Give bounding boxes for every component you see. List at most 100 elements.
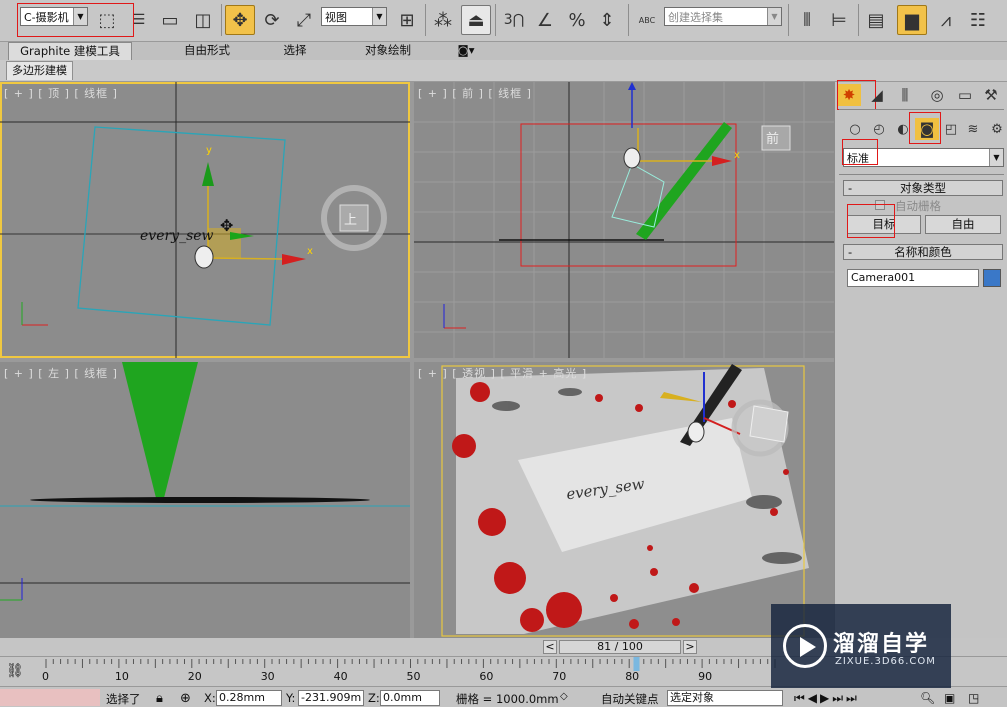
display-tab-icon[interactable]: ▭: [953, 84, 977, 106]
selection-filter-dropdown[interactable]: C-摄影机 ▼: [20, 7, 88, 26]
viewcube-top-face[interactable]: 上: [344, 209, 357, 228]
keyboard-shortcut-icon[interactable]: ⏏: [461, 5, 491, 35]
select-manipulate-icon[interactable]: ⁂: [428, 5, 458, 35]
snap-toggle-icon[interactable]: 3 ⋂: [499, 5, 529, 35]
rect-select-region-icon[interactable]: ▭: [155, 5, 185, 35]
tab-object-paint[interactable]: 对象绘制: [350, 42, 426, 60]
ribbon-options-icon[interactable]: ◙▾: [452, 42, 480, 60]
viewport-front[interactable]: [ + ] [ 前 ] [ 线框 ] 前 x: [414, 82, 834, 358]
spacewarps-icon[interactable]: ≋: [961, 118, 985, 140]
auto-key-button[interactable]: 自动关键点: [601, 691, 659, 707]
z-label: Z:: [368, 691, 380, 705]
scale-icon[interactable]: ⤢: [289, 5, 319, 35]
systems-icon[interactable]: ⚙: [985, 118, 1007, 140]
rollout-name-color[interactable]: - 名称和颜色: [843, 244, 1003, 260]
viewport-front-label[interactable]: [ + ] [ 前 ] [ 线框 ]: [418, 85, 532, 101]
cameras-icon[interactable]: ◙: [915, 118, 939, 140]
shapes-icon[interactable]: ◴: [867, 118, 891, 140]
camera-glyph: [623, 147, 641, 169]
tab-polygon-modeling[interactable]: 多边形建模: [6, 61, 73, 80]
playback-controls-icon[interactable]: ⏮◀▶⏭⏭: [794, 691, 860, 706]
modify-tab-icon[interactable]: ◢: [865, 84, 889, 106]
handwriting-text: every_sew: [140, 228, 214, 244]
absolute-mode-icon[interactable]: ⊕: [180, 691, 191, 706]
viewport-perspective[interactable]: [ + ] [ 透视 ] [ 平滑 + 高光 ] every_sew: [414, 362, 834, 638]
z-coord-field[interactable]: 0.0mm: [380, 690, 440, 706]
status-bar: 选择了 🔒︎ ⊕ X: 0.28mm Y: -231.909m Z: 0.0mm…: [0, 686, 1007, 707]
auto-grid-checkbox[interactable]: [875, 200, 885, 210]
time-slider[interactable]: < 81 / 100 >: [543, 638, 698, 656]
utilities-tab-icon[interactable]: ⚒: [979, 84, 1003, 106]
ribbon-tabs: Graphite 建模工具 自由形式 选择 对象绘制 ◙▾: [0, 42, 1007, 60]
edit-named-selection-icon[interactable]: ABC: [632, 5, 662, 35]
rollout-object-type[interactable]: - 对象类型: [843, 180, 1003, 196]
viewport-left-label[interactable]: [ + ] [ 左 ] [ 线框 ]: [4, 365, 118, 381]
select-object-icon[interactable]: ⬚: [92, 5, 122, 35]
mirror-icon[interactable]: ⫴: [792, 5, 822, 35]
y-axis-arrow: [202, 162, 214, 186]
layer-manager-icon[interactable]: ▤: [861, 5, 891, 35]
y-coord-field[interactable]: -231.909m: [298, 690, 364, 706]
reference-coord-dropdown[interactable]: 视图 ▼: [321, 7, 387, 26]
tab-freeform[interactable]: 自由形式: [170, 42, 244, 60]
viewport-top[interactable]: [ + ] [ 顶 ] [ 线框 ] every_sew x y 上 ✥: [0, 82, 410, 358]
track-ticks: [45, 657, 776, 671]
tab-selection[interactable]: 选择: [270, 42, 320, 60]
chevron-down-icon: ▼: [989, 149, 1003, 166]
motion-tab-icon[interactable]: ◎: [925, 84, 949, 106]
maxscript-listener[interactable]: [0, 689, 100, 706]
geometry-icon[interactable]: ○: [843, 118, 867, 140]
window-crossing-icon[interactable]: ◫: [188, 5, 218, 35]
viewport-persp-label[interactable]: [ + ] [ 透视 ] [ 平滑 + 高光 ]: [418, 365, 587, 381]
prev-frame-button[interactable]: <: [543, 640, 557, 654]
track-tick-label: 90: [698, 670, 713, 683]
object-color-swatch[interactable]: [983, 269, 1001, 287]
set-key-filter-dropdown[interactable]: 选定对象: [667, 690, 783, 706]
object-name-field[interactable]: Camera001: [847, 269, 979, 287]
helpers-icon[interactable]: ◰: [939, 118, 963, 140]
frame-counter[interactable]: 81 / 100: [559, 640, 681, 654]
camera-glyph: [194, 245, 214, 269]
tab-graphite[interactable]: Graphite 建模工具: [8, 42, 132, 60]
axis-x-label: x: [734, 150, 740, 161]
viewcube-front-face[interactable]: 前: [766, 128, 779, 147]
mini-curve-editor-icon[interactable]: ⛓: [6, 663, 26, 679]
curve-editor-icon[interactable]: ⩘: [931, 5, 961, 35]
lock-icon[interactable]: 🔒︎: [156, 691, 163, 706]
selection-filter-value: C-摄影机: [24, 10, 69, 24]
schematic-view-icon[interactable]: ☷: [963, 5, 993, 35]
chevron-down-icon: ▼: [767, 8, 781, 25]
scene-explorer-icon[interactable]: ▆: [897, 5, 927, 35]
viewport-left[interactable]: [ + ] [ 左 ] [ 线框 ]: [0, 362, 410, 638]
perspective-canvas: [441, 364, 809, 637]
select-by-name-icon[interactable]: ☰: [124, 5, 154, 35]
category-dropdown[interactable]: 标准 ▼: [843, 148, 1004, 167]
named-selection-dropdown[interactable]: 创建选择集 ▼: [664, 7, 782, 26]
move-icon[interactable]: ✥: [225, 5, 255, 35]
zoom-icon[interactable]: 🔍︎: [920, 691, 935, 705]
rollout-object-type-title: 对象类型: [900, 181, 946, 195]
target-camera-button[interactable]: 目标: [847, 215, 921, 234]
left-view-canvas: [0, 362, 410, 601]
create-tab-icon[interactable]: ✸: [837, 84, 861, 106]
field-of-view-icon[interactable]: ◳: [968, 691, 979, 705]
watermark-logo-icon: [783, 624, 827, 668]
viewport-top-label[interactable]: [ + ] [ 顶 ] [ 线框 ]: [4, 85, 118, 101]
align-icon[interactable]: ⊨: [824, 5, 854, 35]
next-frame-button[interactable]: >: [683, 640, 697, 654]
free-camera-button[interactable]: 自由: [925, 215, 1001, 234]
percent-snap-icon[interactable]: %: [562, 5, 592, 35]
track-tick-label: 70: [552, 670, 567, 683]
time-tag-icon[interactable]: ◇: [560, 691, 568, 702]
pivot-center-icon[interactable]: ⊞: [392, 5, 422, 35]
y-label: Y:: [286, 691, 296, 705]
zoom-extents-icon[interactable]: ▣: [944, 691, 955, 705]
rotate-icon[interactable]: ⟳: [257, 5, 287, 35]
hierarchy-tab-icon[interactable]: ⫼: [893, 84, 917, 106]
track-tick-label: 50: [406, 670, 421, 683]
main-toolbar: C-摄影机 ▼ ⬚ ☰ ▭ ◫ ✥ ⟳ ⤢ 视图 ▼ ⊞ ⁂ ⏏ 3 ⋂ ∠ % …: [0, 0, 1007, 42]
angle-snap-icon[interactable]: ∠: [530, 5, 560, 35]
x-coord-field[interactable]: 0.28mm: [216, 690, 282, 706]
spinner-snap-icon[interactable]: ⇕: [592, 5, 622, 35]
lights-icon[interactable]: ◐: [891, 118, 915, 140]
